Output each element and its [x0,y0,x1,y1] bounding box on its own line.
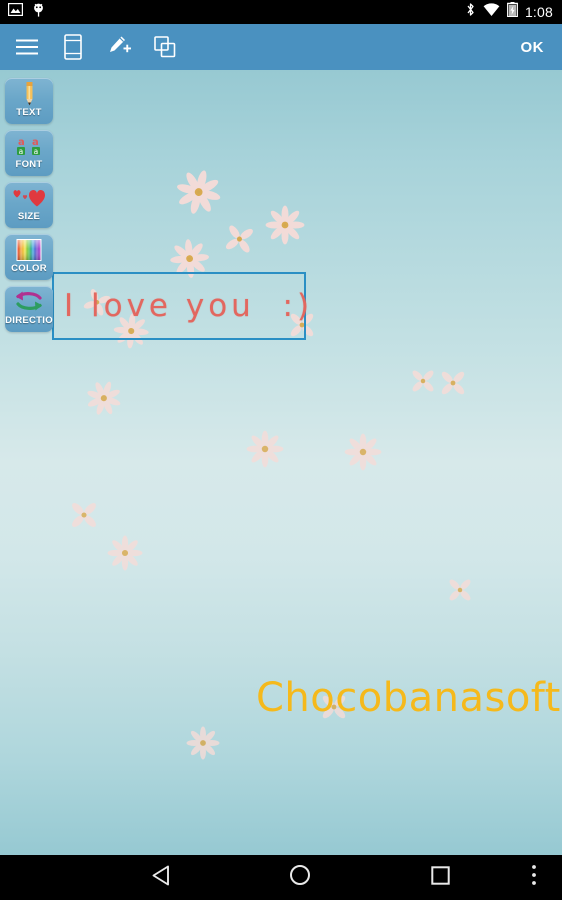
svg-text:a: a [34,147,39,156]
battery-charging-icon [506,2,518,22]
tool-sidebar: TEXT a a a a FONT SIZE COLOR DIRECTIO [5,78,53,338]
sidebar-label-direction: DIRECTIO [5,315,53,326]
back-triangle-icon [151,865,170,891]
canvas-size-icon[interactable] [50,24,96,70]
sidebar-label-color: COLOR [11,263,47,274]
sidebar-label-size: SIZE [17,211,41,222]
flower-quad [319,692,349,727]
flower-quad [409,367,437,400]
status-bar-right-icons: 1:08 [465,2,562,22]
text-layer-content: I love you :) [64,288,314,324]
nav-recents-button[interactable] [370,855,510,900]
flower-quad [438,368,468,403]
wifi-icon [483,2,500,22]
overflow-dots-icon [531,864,537,891]
sidebar-item-size[interactable]: SIZE [5,182,53,228]
nav-overflow-button[interactable] [514,855,554,900]
watermark-logo: Chocobanasoft [256,675,561,721]
bluetooth-icon [465,2,476,22]
pencil-icon [23,81,36,107]
flower-daisy [169,164,227,225]
toolbar-icon-group [0,24,188,70]
ok-button[interactable]: OK [521,39,545,56]
home-circle-icon [289,864,311,891]
flower-daisy [79,375,127,426]
svg-text:a: a [19,147,24,156]
direction-arrows-icon [10,289,48,315]
app-toolbar: OK [0,24,562,70]
sidebar-label-text: TEXT [16,107,42,118]
sidebar-item-text[interactable]: TEXT [5,78,53,124]
flower-quad [220,221,258,263]
flower-quad [68,499,100,536]
text-layer-selected[interactable]: I love you :) [52,272,309,340]
nav-back-button[interactable] [90,855,230,900]
hearts-size-icon [10,185,48,211]
flower-daisy [107,535,143,576]
drawing-canvas[interactable]: I love you :) Chocobanasoft [0,70,562,855]
android-debug-icon [32,3,45,22]
menu-icon[interactable] [4,24,50,70]
sidebar-item-font[interactable]: a a a a FONT [5,130,53,176]
status-bar: 1:08 [0,0,562,24]
sidebar-item-direction[interactable]: DIRECTIO [5,286,53,332]
sidebar-item-color[interactable]: COLOR [5,234,53,280]
nav-home-button[interactable] [230,855,370,900]
flower-daisy [265,205,305,250]
android-navigation-bar [0,855,562,900]
status-bar-clock: 1:08 [524,4,553,20]
font-icon: a a a a [14,133,44,159]
app-root: 1:08 OK I love you:) Chocobanasoft TEXT… [0,0,562,900]
sidebar-label-font: FONT [15,159,43,170]
image-icon [7,2,24,21]
flower-daisy [344,433,382,476]
recents-square-icon [430,865,450,890]
flower-daisy [246,430,284,473]
add-text-icon[interactable] [96,24,142,70]
flower-quad [446,576,474,609]
color-palette-icon [15,237,43,263]
status-bar-left-icons [0,2,45,22]
duplicate-layer-icon[interactable] [142,24,188,70]
flower-daisy [186,726,220,765]
